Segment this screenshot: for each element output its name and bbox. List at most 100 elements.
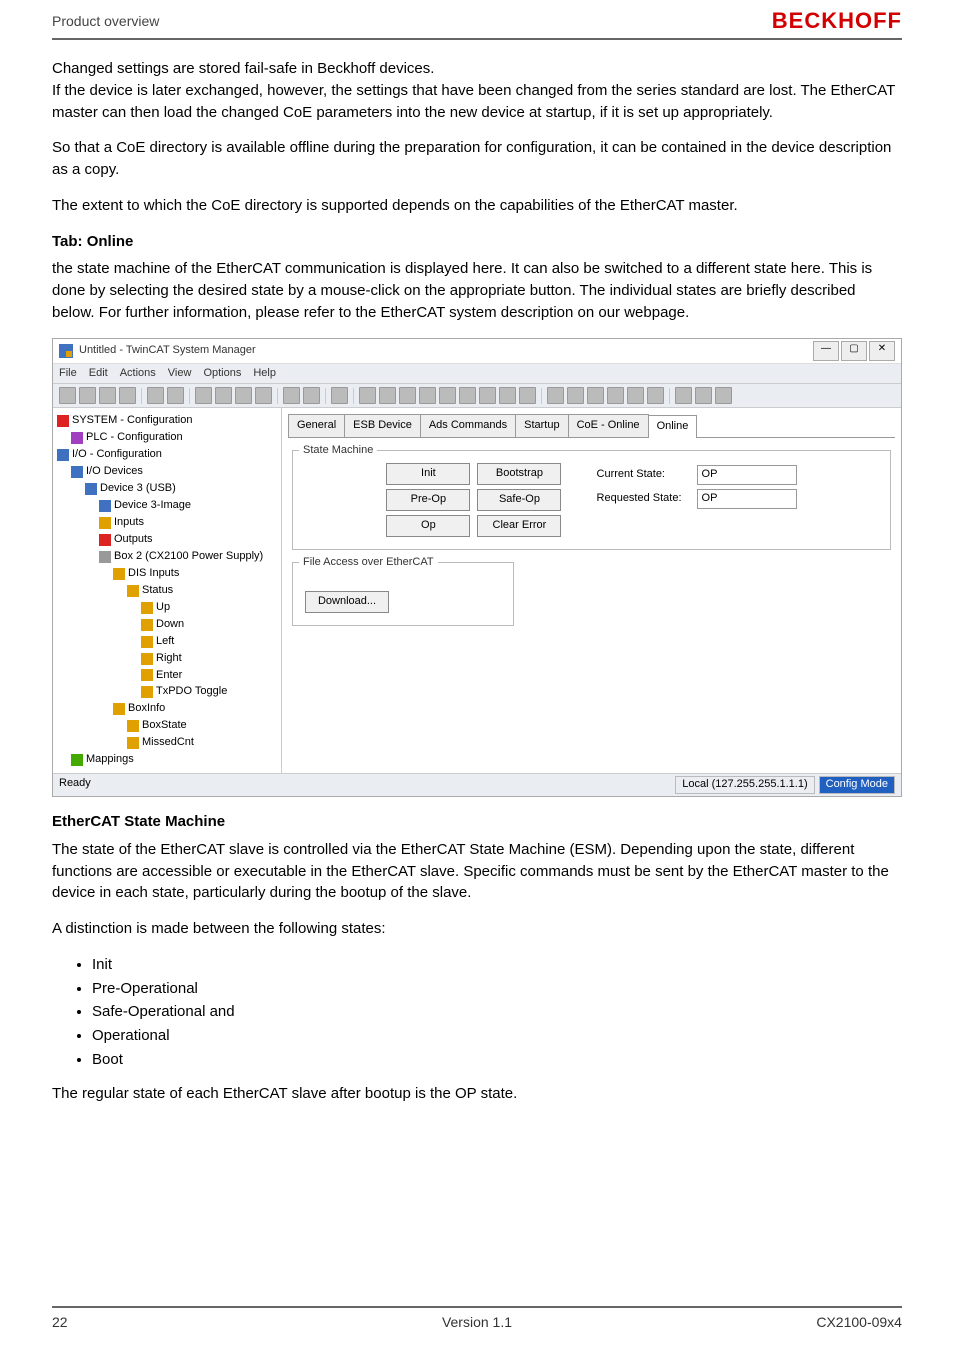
requested-state-label: Requested State:: [597, 491, 697, 507]
find-icon[interactable]: [283, 387, 300, 404]
list-item: Boot: [92, 1049, 902, 1071]
var-icon: [141, 636, 153, 648]
close-button[interactable]: ✕: [869, 341, 895, 361]
separator: [353, 388, 354, 404]
state-machine-legend: State Machine: [299, 443, 377, 459]
tool2-icon[interactable]: [379, 387, 396, 404]
tool4-icon[interactable]: [419, 387, 436, 404]
tool6-icon[interactable]: [459, 387, 476, 404]
open2-icon[interactable]: [99, 387, 116, 404]
var-icon: [141, 602, 153, 614]
separator: [277, 388, 278, 404]
cut-icon[interactable]: [195, 387, 212, 404]
ecsm-heading: EtherCAT State Machine: [52, 811, 902, 833]
window-title: Untitled - TwinCAT System Manager: [79, 343, 811, 359]
menu-options[interactable]: Options: [203, 366, 241, 382]
twincat-window: Untitled - TwinCAT System Manager — ▢ ✕ …: [52, 338, 902, 798]
para-8: The regular state of each EtherCAT slave…: [52, 1083, 902, 1105]
op-button[interactable]: Op: [386, 515, 470, 537]
paste2-icon[interactable]: [255, 387, 272, 404]
menu-help[interactable]: Help: [253, 366, 276, 382]
preop-button[interactable]: Pre-Op: [386, 489, 470, 511]
tree-up[interactable]: Up: [156, 600, 170, 616]
tab-esb-device[interactable]: ESB Device: [344, 414, 421, 437]
list-item: Operational: [92, 1025, 902, 1047]
tool3-icon[interactable]: [399, 387, 416, 404]
tree-down[interactable]: Down: [156, 617, 184, 633]
tree-mappings[interactable]: Mappings: [86, 752, 134, 768]
footer-version: Version 1.1: [335, 1314, 618, 1330]
tab-startup[interactable]: Startup: [515, 414, 568, 437]
device-icon[interactable]: [331, 387, 348, 404]
menu-view[interactable]: View: [168, 366, 192, 382]
paste-icon[interactable]: [235, 387, 252, 404]
tool16-icon[interactable]: [675, 387, 692, 404]
tree-boxinfo[interactable]: BoxInfo: [128, 701, 165, 717]
print-icon[interactable]: [147, 387, 164, 404]
reload-icon[interactable]: [303, 387, 320, 404]
tree-plc[interactable]: PLC - Configuration: [86, 430, 183, 446]
tree-outputs[interactable]: Outputs: [114, 532, 153, 548]
tool1-icon[interactable]: [359, 387, 376, 404]
tree-right[interactable]: Right: [156, 651, 182, 667]
tool15-icon[interactable]: [647, 387, 664, 404]
tree-system[interactable]: SYSTEM - Configuration: [72, 413, 192, 429]
var-icon: [127, 720, 139, 732]
tool13-icon[interactable]: [607, 387, 624, 404]
tree-enter[interactable]: Enter: [156, 668, 182, 684]
tree-box2[interactable]: Box 2 (CX2100 Power Supply): [114, 549, 263, 565]
tree-device3[interactable]: Device 3 (USB): [100, 481, 176, 497]
tree-devices[interactable]: I/O Devices: [86, 464, 143, 480]
menu-file[interactable]: File: [59, 366, 77, 382]
tool17-icon[interactable]: [695, 387, 712, 404]
devices-icon: [71, 466, 83, 478]
tree-txpdo[interactable]: TxPDO Toggle: [156, 684, 227, 700]
open-icon[interactable]: [79, 387, 96, 404]
menu-actions[interactable]: Actions: [120, 366, 156, 382]
tool5-icon[interactable]: [439, 387, 456, 404]
new-icon[interactable]: [59, 387, 76, 404]
tab-online[interactable]: Online: [648, 415, 698, 438]
separator: [189, 388, 190, 404]
clearerror-button[interactable]: Clear Error: [477, 515, 561, 537]
safeop-button[interactable]: Safe-Op: [477, 489, 561, 511]
tool11-icon[interactable]: [567, 387, 584, 404]
tool12-icon[interactable]: [587, 387, 604, 404]
tree-io[interactable]: I/O - Configuration: [72, 447, 162, 463]
tab-ads[interactable]: Ads Commands: [420, 414, 516, 437]
tree-missed[interactable]: MissedCnt: [142, 735, 194, 751]
help-icon[interactable]: [715, 387, 732, 404]
save-icon[interactable]: [119, 387, 136, 404]
tab-general[interactable]: General: [288, 414, 345, 437]
tool10-icon[interactable]: [547, 387, 564, 404]
maximize-button[interactable]: ▢: [841, 341, 867, 361]
copy-icon[interactable]: [215, 387, 232, 404]
separator: [325, 388, 326, 404]
tool8-icon[interactable]: [499, 387, 516, 404]
para-5: the state machine of the EtherCAT commun…: [52, 258, 902, 323]
brand-logo: BECKHOFF: [772, 8, 902, 34]
tree-left[interactable]: Left: [156, 634, 174, 650]
var-icon: [127, 737, 139, 749]
tool7-icon[interactable]: [479, 387, 496, 404]
init-button[interactable]: Init: [386, 463, 470, 485]
tree-image[interactable]: Device 3-Image: [114, 498, 191, 514]
minimize-button[interactable]: —: [813, 341, 839, 361]
current-state-label: Current State:: [597, 467, 697, 483]
tool9-icon[interactable]: [519, 387, 536, 404]
file-access-legend: File Access over EtherCAT: [299, 555, 438, 571]
tree-status[interactable]: Status: [142, 583, 173, 599]
status-local: Local (127.255.255.1.1.1): [675, 776, 814, 794]
preview-icon[interactable]: [167, 387, 184, 404]
separator: [141, 388, 142, 404]
tree-inputs[interactable]: Inputs: [114, 515, 144, 531]
page-footer: 22 Version 1.1 CX2100-09x4: [52, 1306, 902, 1330]
tree-boxstate[interactable]: BoxState: [142, 718, 187, 734]
download-button[interactable]: Download...: [305, 591, 389, 613]
footer-page: 22: [52, 1314, 335, 1330]
tree-dis[interactable]: DIS Inputs: [128, 566, 179, 582]
bootstrap-button[interactable]: Bootstrap: [477, 463, 561, 485]
tool14-icon[interactable]: [627, 387, 644, 404]
menu-edit[interactable]: Edit: [89, 366, 108, 382]
tab-coe-online[interactable]: CoE - Online: [568, 414, 649, 437]
